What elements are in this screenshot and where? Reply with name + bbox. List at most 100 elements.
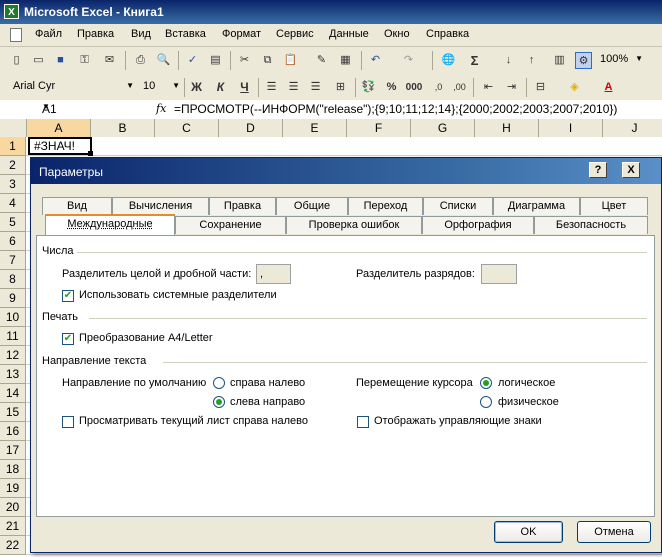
tab-lists[interactable]: Списки (423, 197, 493, 215)
bold-button[interactable]: Ж (188, 79, 205, 96)
column-header[interactable]: J (603, 119, 662, 137)
use-system-separators-label[interactable]: Использовать системные разделители (79, 289, 277, 301)
decimal-separator-field[interactable]: , (256, 264, 291, 284)
row-header[interactable]: 9 (0, 289, 26, 308)
row-header[interactable]: 7 (0, 251, 26, 270)
visual-label[interactable]: физическое (498, 396, 559, 408)
row-header[interactable]: 1 (0, 137, 26, 156)
a4-letter-label[interactable]: Преобразование A4/Letter (79, 332, 213, 344)
column-header[interactable]: D (219, 119, 283, 137)
use-system-separators-checkbox[interactable]: ✔ (62, 290, 74, 302)
row-header[interactable]: 22 (0, 536, 26, 555)
format-painter-icon[interactable]: ✎ (313, 52, 330, 69)
row-header[interactable]: 4 (0, 194, 26, 213)
tab-calculation[interactable]: Вычисления (112, 197, 209, 215)
row-header[interactable]: 5 (0, 213, 26, 232)
row-header[interactable]: 21 (0, 517, 26, 536)
font-name-select[interactable]: Arial Cyr ▼ (10, 78, 136, 96)
document-icon[interactable] (10, 28, 22, 42)
row-header[interactable]: 20 (0, 498, 26, 517)
fill-handle[interactable] (88, 151, 93, 156)
ltr-radio[interactable] (213, 396, 225, 408)
research-icon[interactable]: ▤ (207, 52, 224, 69)
ltr-label[interactable]: слева направо (230, 396, 305, 408)
undo-icon[interactable]: ↶ (367, 52, 384, 69)
row-header[interactable]: 10 (0, 308, 26, 327)
column-header[interactable]: H (475, 119, 539, 137)
row-header[interactable]: 16 (0, 422, 26, 441)
view-rtl-label[interactable]: Просматривать текущий лист справа налево (79, 415, 308, 427)
tab-security[interactable]: Безопасность (534, 216, 648, 234)
paste-icon[interactable]: 📋 (282, 52, 299, 69)
tab-edit[interactable]: Правка (209, 197, 276, 215)
menu-format[interactable]: Формат (222, 28, 261, 40)
font-color-icon[interactable]: A (600, 79, 617, 96)
menu-edit[interactable]: Правка (77, 28, 114, 40)
sort-descending-icon[interactable]: ↑ (523, 52, 540, 69)
excel-icon[interactable]: X (4, 4, 19, 19)
spelling-icon[interactable]: ✓ (184, 52, 201, 69)
tab-general[interactable]: Общие (276, 197, 348, 215)
percent-button[interactable]: % (383, 79, 400, 96)
show-control-chars-checkbox[interactable] (357, 416, 369, 428)
redo-icon[interactable]: ↷ (400, 52, 417, 69)
tab-color[interactable]: Цвет (580, 197, 648, 215)
column-header[interactable]: B (91, 119, 155, 137)
row-header[interactable]: 18 (0, 460, 26, 479)
chart-wizard-icon[interactable]: ▥ (551, 52, 568, 69)
logical-radio[interactable] (480, 377, 492, 389)
decrease-indent-icon[interactable]: ⇤ (480, 79, 497, 96)
thousands-separator-field[interactable] (481, 264, 517, 284)
menu-file[interactable]: Файл (35, 28, 62, 40)
permission-icon[interactable]: ⚿ (76, 52, 93, 69)
save-icon[interactable]: ■ (52, 52, 69, 69)
menu-data[interactable]: Данные (329, 28, 369, 40)
help-button[interactable]: ? (589, 162, 607, 178)
print-preview-icon[interactable]: 🔍 (155, 52, 172, 69)
row-header[interactable]: 15 (0, 403, 26, 422)
rtl-label[interactable]: справа налево (230, 377, 305, 389)
dialog-title-bar[interactable]: Параметры ? X (31, 158, 661, 184)
select-all-corner[interactable] (0, 119, 27, 137)
show-control-chars-label[interactable]: Отображать управляющие знаки (374, 415, 542, 427)
new-icon[interactable]: ▯ (8, 52, 25, 69)
drawing-icon[interactable]: ⚙ (575, 52, 592, 69)
tab-chart[interactable]: Диаграмма (493, 197, 580, 215)
copy-icon[interactable]: ⧉ (259, 52, 276, 69)
column-header[interactable]: I (539, 119, 603, 137)
increase-decimal-icon[interactable]: ,0 (430, 79, 447, 96)
email-icon[interactable]: ✉ (101, 52, 118, 69)
open-icon[interactable]: ▭ (30, 52, 47, 69)
menu-window[interactable]: Окно (384, 28, 410, 40)
align-center-icon[interactable]: ☰ (285, 79, 302, 96)
row-header[interactable]: 2 (0, 156, 26, 175)
underline-button[interactable]: Ч (236, 79, 253, 96)
italic-button[interactable]: К (212, 79, 229, 96)
decrease-decimal-icon[interactable]: ,00 (451, 79, 468, 96)
a4-letter-checkbox[interactable]: ✔ (62, 333, 74, 345)
column-header[interactable]: C (155, 119, 219, 137)
thousands-button[interactable]: 000 (402, 79, 426, 96)
print-icon[interactable]: ⎙ (132, 52, 149, 69)
row-header[interactable]: 8 (0, 270, 26, 289)
menu-insert[interactable]: Вставка (165, 28, 206, 40)
row-header[interactable]: 19 (0, 479, 26, 498)
row-header[interactable]: 17 (0, 441, 26, 460)
menu-view[interactable]: Вид (131, 28, 151, 40)
borders-icon[interactable]: ⊟ (532, 79, 549, 96)
hyperlink-icon[interactable]: 🌐 (440, 52, 457, 69)
visual-radio[interactable] (480, 396, 492, 408)
row-header[interactable]: 3 (0, 175, 26, 194)
row-header[interactable]: 13 (0, 365, 26, 384)
column-header[interactable]: A (27, 119, 91, 137)
zoom-select[interactable]: 100% ▼ (597, 51, 645, 69)
name-box[interactable]: A1 ▼ (2, 101, 122, 117)
row-header[interactable]: 11 (0, 327, 26, 346)
cut-icon[interactable]: ✂ (236, 52, 253, 69)
align-right-icon[interactable]: ☰ (307, 79, 324, 96)
tab-spelling[interactable]: Орфография (422, 216, 534, 234)
menu-tools[interactable]: Сервис (276, 28, 314, 40)
align-left-icon[interactable]: ☰ (263, 79, 280, 96)
tab-international[interactable]: Международные (45, 214, 175, 235)
close-button[interactable]: X (622, 162, 640, 178)
